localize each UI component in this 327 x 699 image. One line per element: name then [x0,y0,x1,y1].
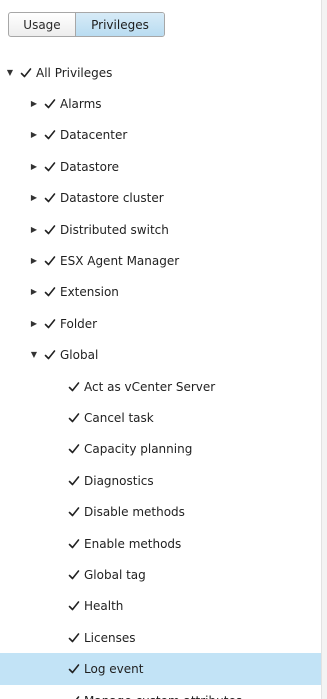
tree-item-category[interactable]: ▶ Alarms [0,88,321,119]
checkmark-icon [44,129,56,141]
checkmark-icon [44,255,56,267]
tree-item-privilege[interactable]: Enable methods [0,528,321,559]
checkmark-icon [68,475,80,487]
checkmark-icon [68,600,80,612]
checkmark-icon [20,67,32,79]
tree-item-label: Extension [60,285,119,300]
tree-item-label: Alarms [60,97,102,112]
checkmark-icon [68,538,80,550]
checkmark-icon [68,632,80,644]
tree-item-category[interactable]: ▶ Datacenter [0,120,321,151]
tree-item-label: Log event [84,662,144,677]
checkmark-icon [68,443,80,455]
tree-item-all-privileges[interactable]: ▼ All Privileges [0,57,321,88]
tree-item-label: All Privileges [36,65,113,80]
tree-item-privilege[interactable]: Capacity planning [0,434,321,465]
tree-item-label: Distributed switch [60,222,169,237]
checkmark-icon [68,569,80,581]
tree-item-label: ESX Agent Manager [60,254,180,269]
tree-item-label: Health [84,599,124,614]
caret-right-icon[interactable]: ▶ [29,130,39,140]
tree-item-label: Manage custom attributes [84,694,242,699]
tree-item-privilege[interactable]: Health [0,591,321,622]
caret-right-icon[interactable]: ▶ [29,99,39,109]
tree-item-label: Disable methods [84,505,185,520]
tree-item-privilege[interactable]: Act as vCenter Server [0,371,321,402]
tree-item-label: Datastore [60,159,120,174]
view-toggle-group: Usage Privileges [8,12,165,37]
tree-item-label: Cancel task [84,410,154,425]
tree-item-label: Enable methods [84,536,182,551]
caret-down-icon[interactable]: ▼ [29,350,39,360]
tree-item-category[interactable]: ▶ Datastore cluster [0,183,321,214]
checkmark-icon [44,349,56,361]
tree-item-privilege[interactable]: Disable methods [0,496,321,527]
privileges-tab-button[interactable]: Privileges [76,13,164,36]
checkmark-icon [44,224,56,236]
tree-item-privilege[interactable]: Diagnostics [0,465,321,496]
checkmark-icon [44,286,56,298]
caret-right-icon[interactable]: ▶ [29,287,39,297]
checkmark-icon [68,506,80,518]
tree-item-privilege[interactable]: Global tag [0,559,321,590]
usage-tab-button[interactable]: Usage [9,13,76,36]
tree-item-label: Capacity planning [84,442,193,457]
privileges-panel: Usage Privileges ▼ All Privileges ▶ Alarms ▶… [0,0,327,699]
checkmark-icon [44,98,56,110]
tree-item-category[interactable]: ▶ Folder [0,308,321,339]
privileges-tree: ▼ All Privileges ▶ Alarms ▶ Datacenter ▶ Datast… [0,57,321,699]
tree-item-category[interactable]: ▶ ESX Agent Manager [0,245,321,276]
tree-item-category[interactable]: ▶ Extension [0,277,321,308]
tree-item-label: Global tag [84,567,146,582]
tree-item-category[interactable]: ▶ Distributed switch [0,214,321,245]
tree-item-privilege[interactable]: Licenses [0,622,321,653]
tree-item-category[interactable]: ▼ Global [0,340,321,371]
checkmark-icon [44,161,56,173]
tree-item-label: Act as vCenter Server [84,379,216,394]
tree-item-label: Datacenter [60,128,128,143]
checkmark-icon [68,381,80,393]
tree-item-label: Folder [60,316,98,331]
tree-item-label: Licenses [84,630,136,645]
caret-right-icon[interactable]: ▶ [29,319,39,329]
panel-scroll-edge [321,0,327,699]
tree-item-privilege[interactable]: Cancel task [0,402,321,433]
tree-item-category[interactable]: ▶ Datastore [0,151,321,182]
tree-item-privilege[interactable]: Log event [0,653,321,685]
caret-right-icon[interactable]: ▶ [29,225,39,235]
tree-item-label: Datastore cluster [60,191,164,206]
tree-item-label: Global [60,348,99,363]
tree-item-privilege[interactable]: Manage custom attributes [0,685,321,699]
tree-item-label: Diagnostics [84,473,154,488]
checkmark-icon [44,318,56,330]
caret-right-icon[interactable]: ▶ [29,193,39,203]
caret-right-icon[interactable]: ▶ [29,162,39,172]
caret-right-icon[interactable]: ▶ [29,256,39,266]
checkmark-icon [68,695,80,699]
checkmark-icon [68,412,80,424]
checkmark-icon [68,663,80,675]
checkmark-icon [44,192,56,204]
caret-down-icon[interactable]: ▼ [5,68,15,78]
